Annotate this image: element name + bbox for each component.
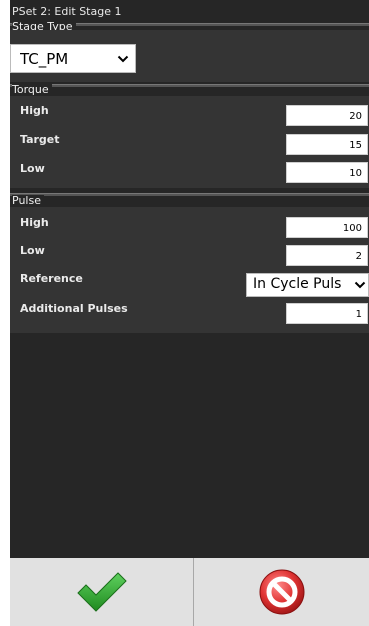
pulse-low-label: Low [20, 244, 45, 257]
torque-low-input[interactable]: 10 [286, 162, 368, 183]
torque-high-label: High [20, 104, 49, 117]
additional-pulses-input[interactable]: 1 [286, 303, 368, 324]
chevron-down-icon [354, 281, 366, 289]
page-title: PSet 2: Edit Stage 1 [12, 6, 369, 18]
pulse-high-input[interactable]: 100 [286, 217, 368, 238]
pulse-section: High 100 Low 2 Reference In Cycle Puls A… [10, 207, 369, 333]
reference-select[interactable]: In Cycle Puls [246, 273, 369, 297]
divider [10, 84, 369, 87]
checkmark-icon [76, 572, 127, 612]
cancel-icon [259, 569, 304, 615]
section-label-pulse: Pulse [12, 195, 44, 207]
pulse-high-label: High [20, 216, 49, 229]
page-title-text: PSet 2: Edit Stage 1 [12, 5, 122, 18]
torque-low-label: Low [20, 162, 45, 175]
stage-type-select[interactable]: TC_PM [10, 44, 136, 73]
cancel-button[interactable] [194, 558, 369, 626]
torque-section: High 20 Target 15 Low 10 [10, 96, 369, 188]
pulse-reference-label: Reference [20, 272, 83, 285]
torque-high-input[interactable]: 20 [286, 105, 368, 126]
edit-stage-screen: PSet 2: Edit Stage 1 Stage Type TC_PM To… [10, 0, 369, 626]
section-label-torque: Torque [12, 84, 52, 96]
action-bar [10, 558, 369, 626]
additional-pulses-label: Additional Pulses [20, 302, 128, 315]
torque-target-input[interactable]: 15 [286, 134, 368, 155]
reference-value: In Cycle Puls [253, 276, 342, 292]
torque-target-label: Target [20, 133, 60, 146]
confirm-button[interactable] [10, 558, 193, 626]
stage-type-value: TC_PM [20, 50, 69, 68]
chevron-down-icon [117, 55, 129, 62]
pulse-low-input[interactable]: 2 [286, 245, 368, 266]
divider [10, 193, 369, 196]
stage-type-section: TC_PM [10, 30, 369, 82]
